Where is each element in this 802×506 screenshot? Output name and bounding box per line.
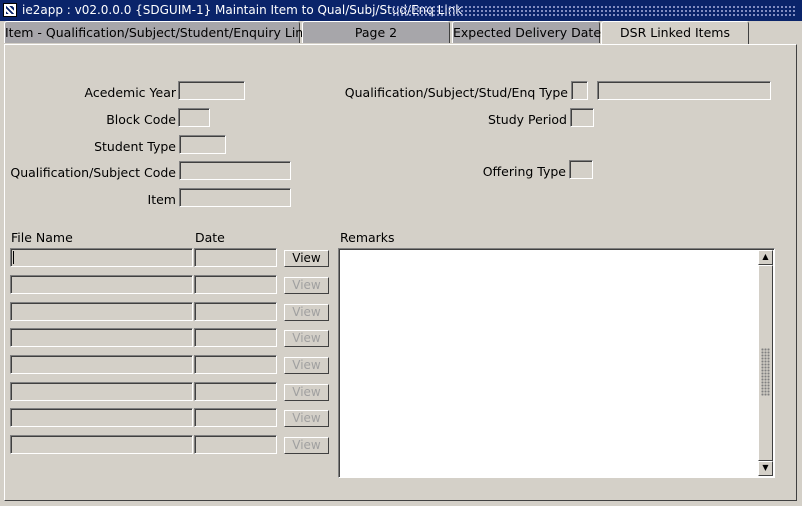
view-button[interactable]: View <box>284 330 329 347</box>
file-name-field[interactable] <box>10 408 193 427</box>
date-field[interactable] <box>194 355 277 374</box>
scroll-up-icon[interactable]: ▲ <box>758 250 773 265</box>
file-name-field[interactable] <box>10 355 193 374</box>
offering-type-label: Offering Type <box>482 164 566 179</box>
file-name-header: File Name <box>11 230 73 245</box>
title-bar: ie2app : v02.0.0.0 {SDGUIM-1} Maintain I… <box>0 0 802 21</box>
tab-dsr-linked-items[interactable]: DSR Linked Items <box>601 21 749 45</box>
text-caret <box>13 251 14 264</box>
qual-subject-code-label: Qualification/Subject Code <box>10 165 176 180</box>
view-button[interactable]: View <box>284 277 329 294</box>
study-period-label: Study Period <box>487 112 567 127</box>
tab-page-2[interactable]: Page 2 <box>302 21 450 43</box>
block-code-label: Block Code <box>106 112 176 127</box>
app-icon <box>3 3 17 17</box>
remarks-textarea[interactable]: ▲ ▼ <box>338 248 775 478</box>
date-field[interactable] <box>194 248 277 267</box>
file-name-field[interactable] <box>10 248 193 267</box>
file-name-field[interactable] <box>10 435 193 454</box>
date-field[interactable] <box>194 382 277 401</box>
view-button[interactable]: View <box>284 437 329 454</box>
date-field[interactable] <box>194 275 277 294</box>
view-button[interactable]: View <box>284 410 329 427</box>
qsse-type-code-field[interactable] <box>571 81 588 100</box>
tab-expected-delivery-date[interactable]: Expected Delivery Date <box>452 21 601 43</box>
qsse-type-description-field[interactable] <box>597 81 771 100</box>
date-header: Date <box>195 230 225 245</box>
date-field[interactable] <box>194 435 277 454</box>
view-button[interactable]: View <box>284 250 329 267</box>
scroll-down-icon[interactable]: ▼ <box>758 461 773 476</box>
tab-strip: Item - Qualification/Subject/Student/Enq… <box>0 21 802 45</box>
file-name-field[interactable] <box>10 382 193 401</box>
date-field[interactable] <box>194 408 277 427</box>
qsse-type-label: Qualification/Subject/Stud/Enq Type <box>344 85 568 100</box>
student-type-label: Student Type <box>94 139 176 154</box>
view-button[interactable]: View <box>284 304 329 321</box>
study-period-field[interactable] <box>570 108 594 127</box>
remarks-scrollbar[interactable]: ▲ ▼ <box>758 250 773 476</box>
item-field[interactable] <box>179 188 291 207</box>
offering-type-field[interactable] <box>569 160 593 179</box>
title-bar-grip <box>392 5 796 16</box>
student-type-field[interactable] <box>179 135 226 154</box>
remarks-header: Remarks <box>340 230 395 245</box>
thumb-grip-icon <box>761 348 770 396</box>
scroll-thumb[interactable] <box>758 265 773 461</box>
block-code-field[interactable] <box>178 108 210 127</box>
item-label: Item <box>147 192 176 207</box>
file-name-field[interactable] <box>10 328 193 347</box>
date-field[interactable] <box>194 328 277 347</box>
academic-year-label: Acedemic Year <box>84 85 176 100</box>
view-button[interactable]: View <box>284 357 329 374</box>
academic-year-field[interactable] <box>178 81 245 100</box>
date-field[interactable] <box>194 302 277 321</box>
qual-subject-code-field[interactable] <box>179 161 291 180</box>
tab-item-link[interactable]: Item - Qualification/Subject/Student/Enq… <box>4 21 310 43</box>
view-button[interactable]: View <box>284 384 329 401</box>
file-name-field[interactable] <box>10 302 193 321</box>
file-name-field[interactable] <box>10 275 193 294</box>
